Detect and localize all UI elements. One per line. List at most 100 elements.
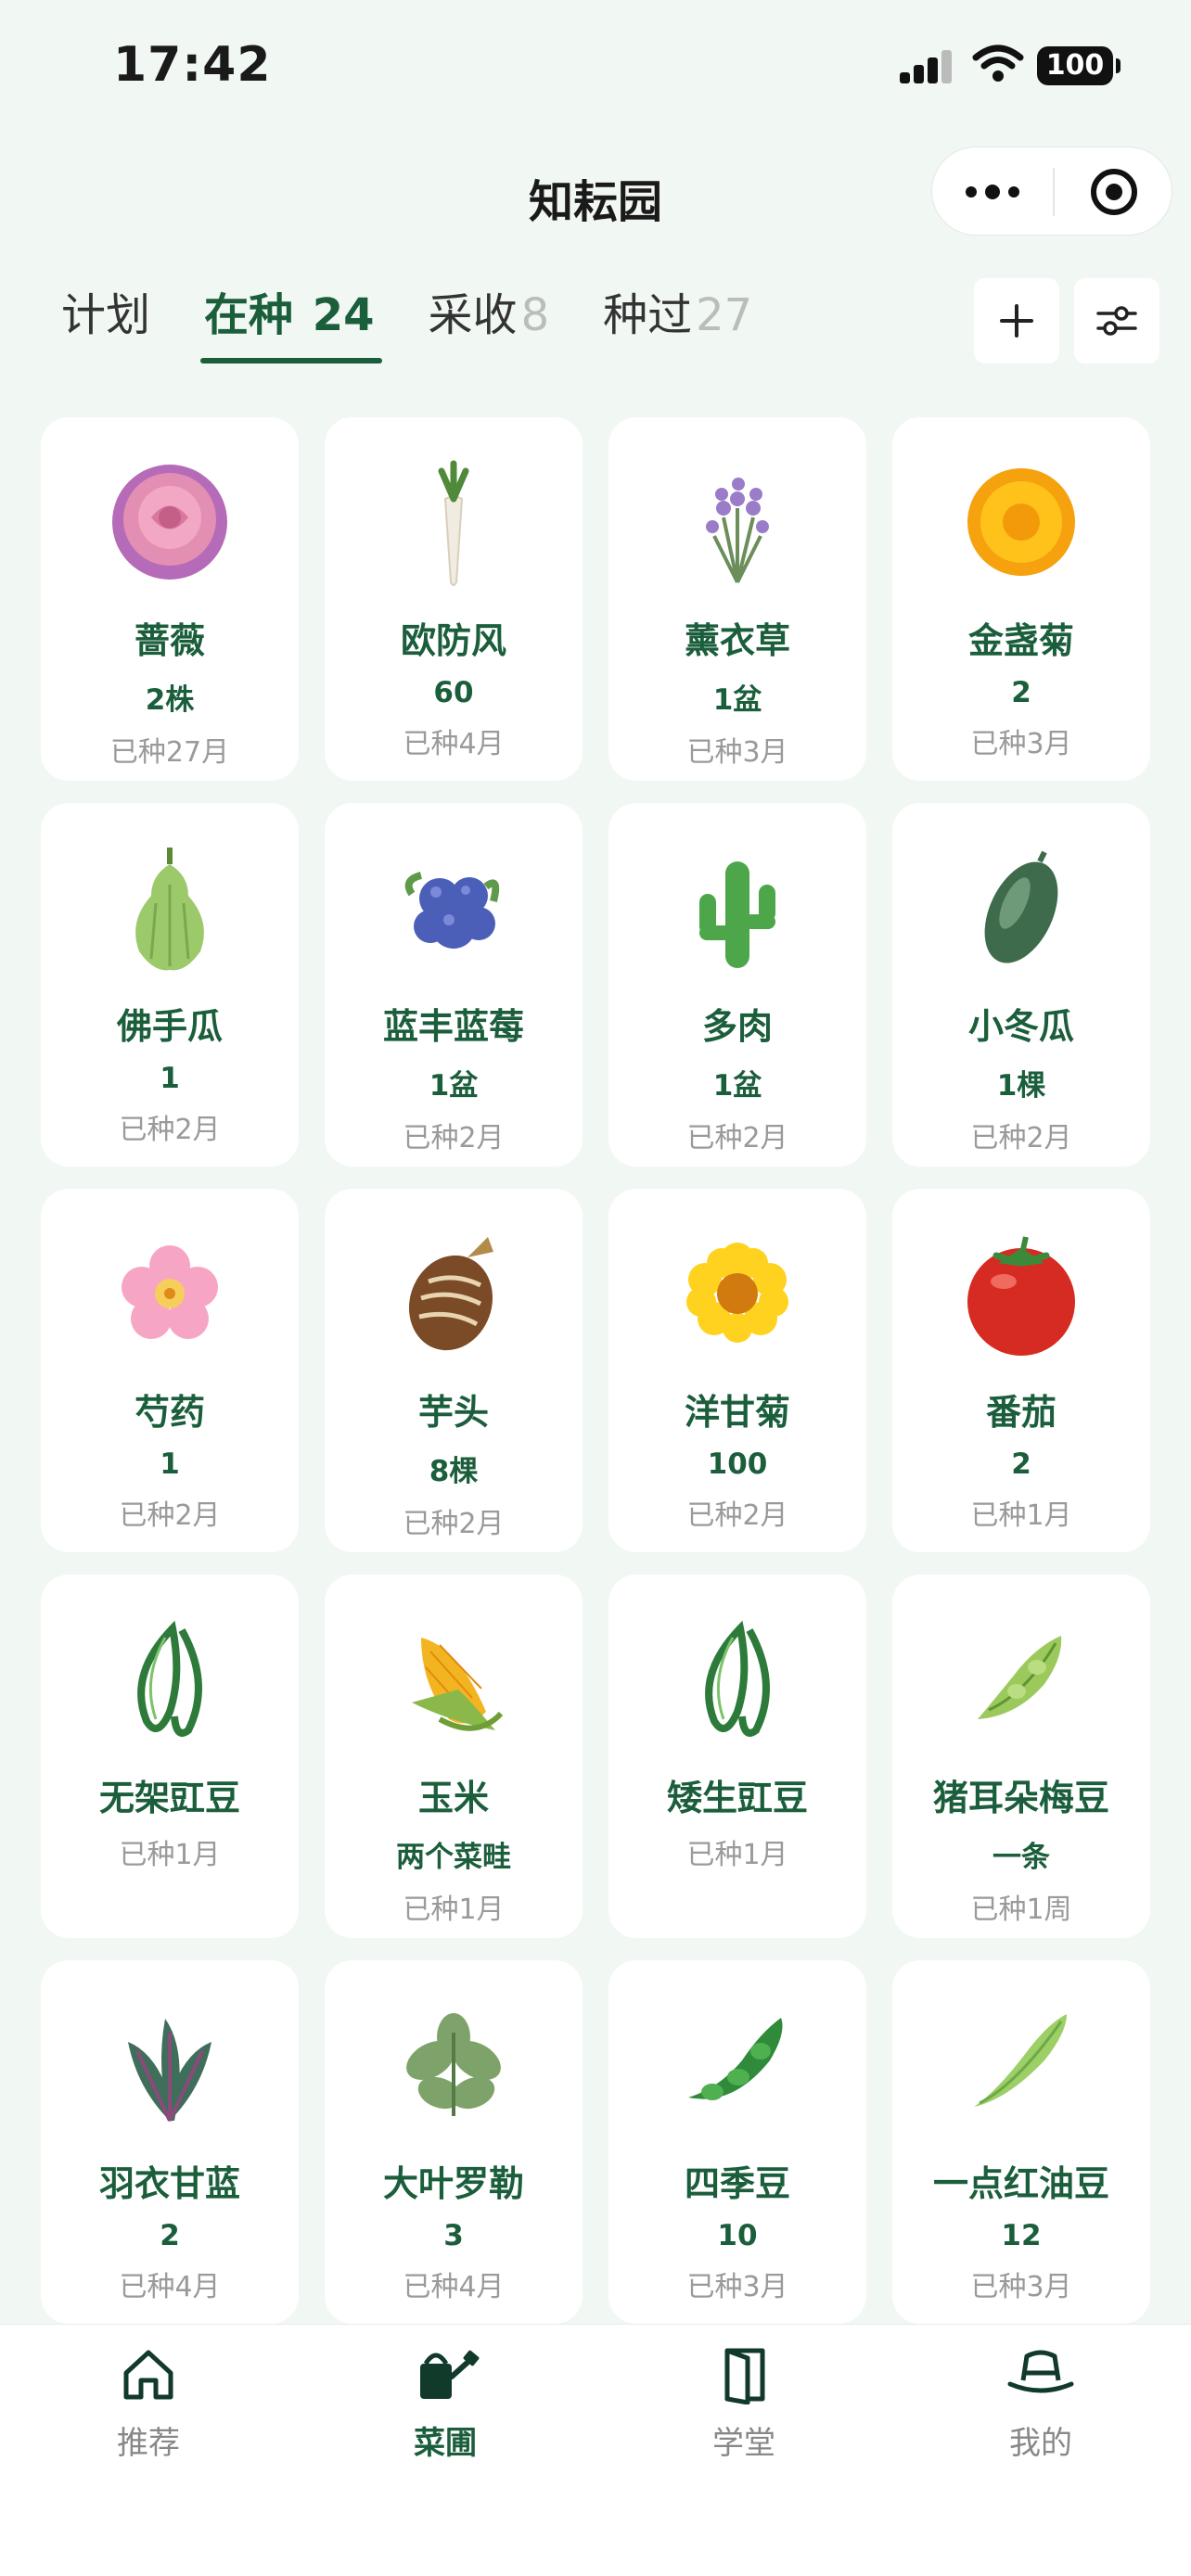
- plant-card[interactable]: 玉米 两个菜畦 已种1月: [325, 1575, 583, 1938]
- add-plant-button[interactable]: [974, 278, 1059, 363]
- plant-card[interactable]: 四季豆 10 已种3月: [608, 1960, 866, 2324]
- peony-icon: [100, 1224, 239, 1363]
- tabbar-garden[interactable]: 菜圃: [352, 2345, 538, 2463]
- plant-age: 已种1月: [403, 1894, 505, 1926]
- plant-name: 欧防风: [400, 620, 506, 661]
- tab-label: 计划: [61, 289, 151, 341]
- plant-age: 已种2月: [403, 1122, 505, 1154]
- plant-name: 四季豆: [684, 2163, 790, 2204]
- plant-age: 已种4月: [403, 728, 505, 760]
- plant-quantity: 1棵: [996, 1069, 1046, 1103]
- blueberry-icon: [384, 838, 523, 977]
- plant-card[interactable]: 蔷薇 2株 已种27月: [41, 417, 299, 781]
- miniprogram-capsule: [931, 147, 1172, 236]
- tabbar-recommend[interactable]: 推荐: [56, 2345, 241, 2463]
- plant-card[interactable]: 一点红油豆 12 已种3月: [892, 1960, 1150, 2324]
- plant-card[interactable]: 洋甘菊 100 已种2月: [608, 1189, 866, 1552]
- plant-quantity: 2: [160, 2219, 180, 2252]
- winter-melon-icon: [952, 838, 1091, 977]
- plant-age: 已种4月: [119, 2271, 221, 2303]
- hat-icon: [1007, 2350, 1074, 2393]
- plant-card[interactable]: 无架豇豆 已种1月: [41, 1575, 299, 1938]
- plant-name: 一点红油豆: [932, 2163, 1109, 2204]
- parsnip-icon: [384, 453, 523, 592]
- tabbar-school[interactable]: 学堂: [651, 2345, 837, 2463]
- plant-quantity: 12: [1001, 2219, 1042, 2252]
- plant-age: 已种1月: [970, 1499, 1072, 1532]
- plant-card[interactable]: 芍药 1 已种2月: [41, 1189, 299, 1552]
- plant-quantity: 60: [433, 676, 474, 709]
- tab-label: 种过: [603, 289, 693, 341]
- plant-quantity: 100: [707, 1447, 768, 1481]
- plant-grid: 蔷薇 2株 已种27月 欧防风 60 已种4月 薰衣草 1盆 已种3月 金盏菊 2 已种3月 佛手瓜 1 已…: [41, 417, 1150, 2324]
- basil-icon: [384, 1996, 523, 2135]
- plant-name: 多肉: [701, 1006, 773, 1047]
- plant-name: 大叶罗勒: [382, 2163, 524, 2204]
- plant-age: 已种3月: [686, 736, 788, 769]
- cowpea-icon: [668, 1610, 807, 1749]
- plant-name: 猪耳朵梅豆: [932, 1778, 1109, 1818]
- plant-age: 已种4月: [403, 2271, 505, 2303]
- plant-name: 羽衣甘蓝: [98, 2163, 240, 2204]
- corn-icon: [384, 1610, 523, 1749]
- target-icon: [1091, 169, 1137, 215]
- plant-name: 洋甘菊: [684, 1392, 790, 1433]
- plant-quantity: 1: [160, 1062, 180, 1095]
- plant-quantity: 一条: [992, 1841, 1050, 1874]
- calendula-icon: [952, 453, 1091, 592]
- plant-quantity: 2: [1011, 676, 1031, 709]
- close-miniprogram-button[interactable]: [1055, 147, 1173, 236]
- plant-age: 已种2月: [970, 1122, 1072, 1154]
- tab-label: 在种: [204, 289, 294, 341]
- plant-age: 已种2月: [119, 1114, 221, 1146]
- filter-button[interactable]: [1074, 278, 1159, 363]
- chayote-icon: [100, 838, 239, 977]
- plant-quantity: 2株: [145, 683, 195, 717]
- plant-card[interactable]: 多肉 1盆 已种2月: [608, 803, 866, 1167]
- battery-indicator: 100: [1037, 46, 1121, 85]
- tab-harvest[interactable]: 采收8: [429, 278, 550, 343]
- plant-card[interactable]: 矮生豇豆 已种1月: [608, 1575, 866, 1938]
- plant-name: 芋头: [417, 1392, 489, 1433]
- plant-card[interactable]: 芋头 8棵 已种2月: [325, 1189, 583, 1552]
- home-indicator: [417, 2531, 774, 2544]
- plant-card[interactable]: 大叶罗勒 3 已种4月: [325, 1960, 583, 2324]
- tab-growing[interactable]: 在种 24: [200, 278, 382, 363]
- plant-age: 已种3月: [970, 728, 1072, 760]
- plant-card[interactable]: 羽衣甘蓝 2 已种4月: [41, 1960, 299, 2324]
- plant-quantity: 1: [160, 1447, 180, 1481]
- signal-icon: [900, 50, 954, 83]
- plant-age: 已种27月: [109, 736, 230, 769]
- plant-quantity: 1盆: [712, 1069, 762, 1103]
- home-icon: [123, 2350, 173, 2400]
- kale-icon: [100, 1996, 239, 2135]
- watering-can-icon: [420, 2350, 480, 2399]
- plant-age: 已种3月: [686, 2271, 788, 2303]
- plant-card[interactable]: 番茄 2 已种1月: [892, 1189, 1150, 1552]
- plant-quantity: 两个菜畦: [396, 1841, 511, 1874]
- sliders-icon: [1096, 306, 1137, 336]
- tab-grown[interactable]: 种过27: [603, 278, 752, 343]
- plant-card[interactable]: 小冬瓜 1棵 已种2月: [892, 803, 1150, 1167]
- plant-card[interactable]: 蓝丰蓝莓 1盆 已种2月: [325, 803, 583, 1167]
- taro-icon: [384, 1224, 523, 1363]
- plant-name: 芍药: [134, 1392, 205, 1433]
- tabbar-label: 菜圃: [414, 2425, 477, 2462]
- tabbar-profile[interactable]: 我的: [948, 2345, 1133, 2463]
- plant-card[interactable]: 欧防风 60 已种4月: [325, 417, 583, 781]
- more-options-button[interactable]: [932, 147, 1053, 236]
- tomato-icon: [952, 1224, 1091, 1363]
- tabbar-label: 我的: [1009, 2425, 1072, 2462]
- plant-card[interactable]: 金盏菊 2 已种3月: [892, 417, 1150, 781]
- plant-age: 已种3月: [970, 2271, 1072, 2303]
- wifi-icon: [972, 45, 1024, 82]
- tabbar-label: 推荐: [117, 2425, 180, 2462]
- cactus-icon: [668, 838, 807, 977]
- plant-card[interactable]: 薰衣草 1盆 已种3月: [608, 417, 866, 781]
- plant-card[interactable]: 猪耳朵梅豆 一条 已种1周: [892, 1575, 1150, 1938]
- plant-name: 矮生豇豆: [666, 1778, 808, 1818]
- tab-count: 8: [520, 289, 550, 341]
- plant-card[interactable]: 佛手瓜 1 已种2月: [41, 803, 299, 1167]
- plant-name: 薰衣草: [684, 620, 790, 661]
- tab-plan[interactable]: 计划: [61, 278, 150, 343]
